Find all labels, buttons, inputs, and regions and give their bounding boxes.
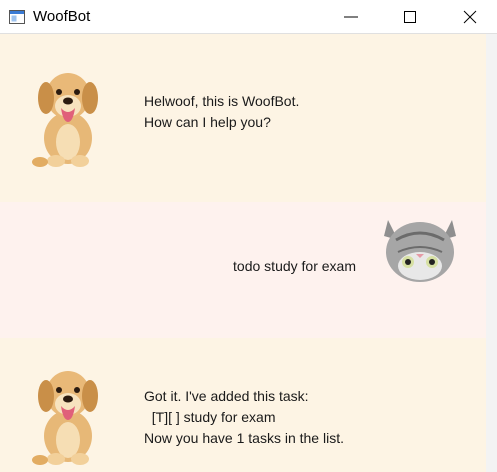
message-line: Now you have 1 tasks in the list. bbox=[144, 430, 344, 446]
maximize-button[interactable] bbox=[390, 0, 430, 34]
bot-message-text: Got it. I've added this task: [T][ ] stu… bbox=[144, 386, 344, 449]
message-line: Helwoof, this is WoofBot. bbox=[144, 93, 300, 109]
bot-message-row: Helwoof, this is WoofBot. How can I help … bbox=[0, 34, 486, 202]
bot-message-row: Got it. I've added this task: [T][ ] stu… bbox=[0, 338, 486, 472]
message-line: Got it. I've added this task: bbox=[144, 388, 309, 404]
puppy-avatar-icon bbox=[32, 371, 98, 465]
user-message-text: todo study for exam bbox=[233, 256, 356, 277]
message-line: todo study for exam bbox=[233, 258, 356, 274]
vertical-scrollbar[interactable] bbox=[486, 34, 497, 472]
cat-avatar-icon bbox=[384, 220, 456, 282]
message-line: How can I help you? bbox=[144, 114, 271, 130]
close-icon bbox=[463, 10, 477, 24]
app-icon bbox=[9, 10, 25, 24]
minimize-button[interactable] bbox=[331, 0, 371, 34]
minimize-icon bbox=[344, 16, 358, 18]
puppy-avatar-icon bbox=[32, 73, 98, 167]
close-button[interactable] bbox=[450, 0, 490, 34]
maximize-icon bbox=[404, 11, 416, 23]
window-title: WoofBot bbox=[33, 8, 91, 25]
window-titlebar[interactable]: WoofBot bbox=[0, 0, 497, 34]
message-line: [T][ ] study for exam bbox=[144, 409, 276, 425]
chat-scroll-pane[interactable]: Helwoof, this is WoofBot. How can I help … bbox=[0, 34, 497, 472]
bot-message-text: Helwoof, this is WoofBot. How can I help … bbox=[144, 91, 299, 133]
user-message-row: todo study for exam bbox=[0, 202, 486, 338]
